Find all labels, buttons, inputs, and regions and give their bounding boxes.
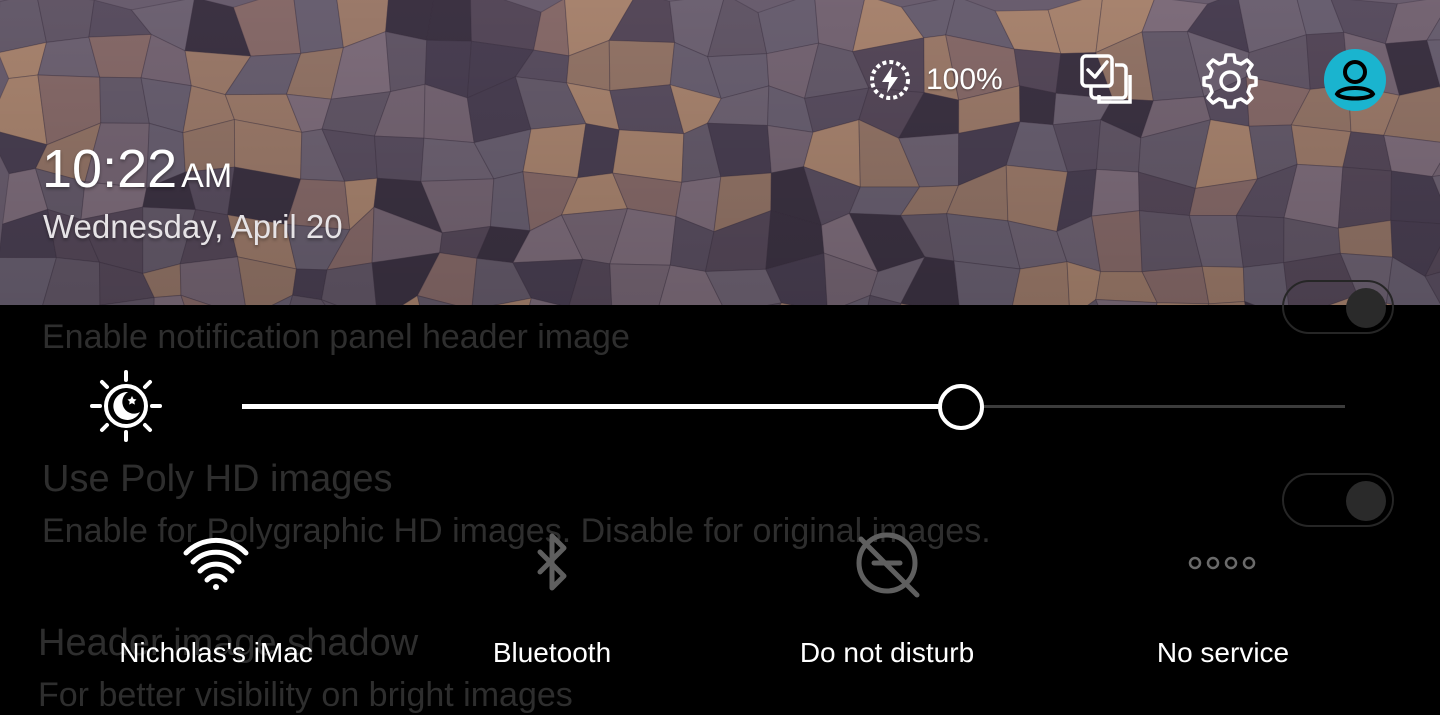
tile-cellular[interactable]: No service [1083,525,1363,685]
battery-charging-icon [870,60,910,100]
auto-brightness-icon[interactable] [88,368,164,444]
toggle-knob [1346,288,1386,328]
brightness-thumb[interactable] [938,384,985,430]
do-not-disturb-icon [856,532,920,598]
setting-toggle-poly-hd [1282,473,1394,527]
tile-label: Nicholas's iMac [119,637,313,668]
notification-header: 100% 10:22 AM Wednesday, April 20 [0,0,1440,305]
settings-button[interactable] [1199,50,1261,112]
bluetooth-off-icon [537,533,567,591]
tile-bluetooth[interactable]: Bluetooth [412,525,692,685]
gear-icon [1202,53,1258,109]
toggle-knob [1346,481,1386,521]
brightness-fill [242,404,962,409]
setting-title-poly-hd: Use Poly HD images [42,458,393,500]
edit-tiles-icon [1080,54,1132,104]
tile-do-not-disturb[interactable]: Do not disturb [747,525,1027,685]
account-icon [1324,49,1386,111]
no-service-icon [1188,556,1256,570]
date[interactable]: Wednesday, April 20 [43,208,343,246]
clock-ampm: AM [181,157,233,195]
setting-subtitle-header-image: Enable notification panel header image [42,318,630,356]
tile-label: Bluetooth [492,637,612,668]
account-button[interactable] [1323,48,1387,112]
clock[interactable]: 10:22 AM [42,138,232,200]
tile-label: Do not disturb [799,637,975,668]
tile-label: No service [1156,637,1290,668]
edit-tiles-button[interactable] [1076,50,1136,110]
setting-toggle-header-image [1282,280,1394,334]
battery-percentage: 100% [926,63,1003,96]
wifi-icon [183,537,249,590]
battery-status[interactable]: 100% [868,56,1003,104]
clock-time: 10:22 [42,139,178,199]
brightness-slider[interactable] [242,384,1345,430]
tile-wifi[interactable]: Nicholas's iMac [76,525,356,685]
